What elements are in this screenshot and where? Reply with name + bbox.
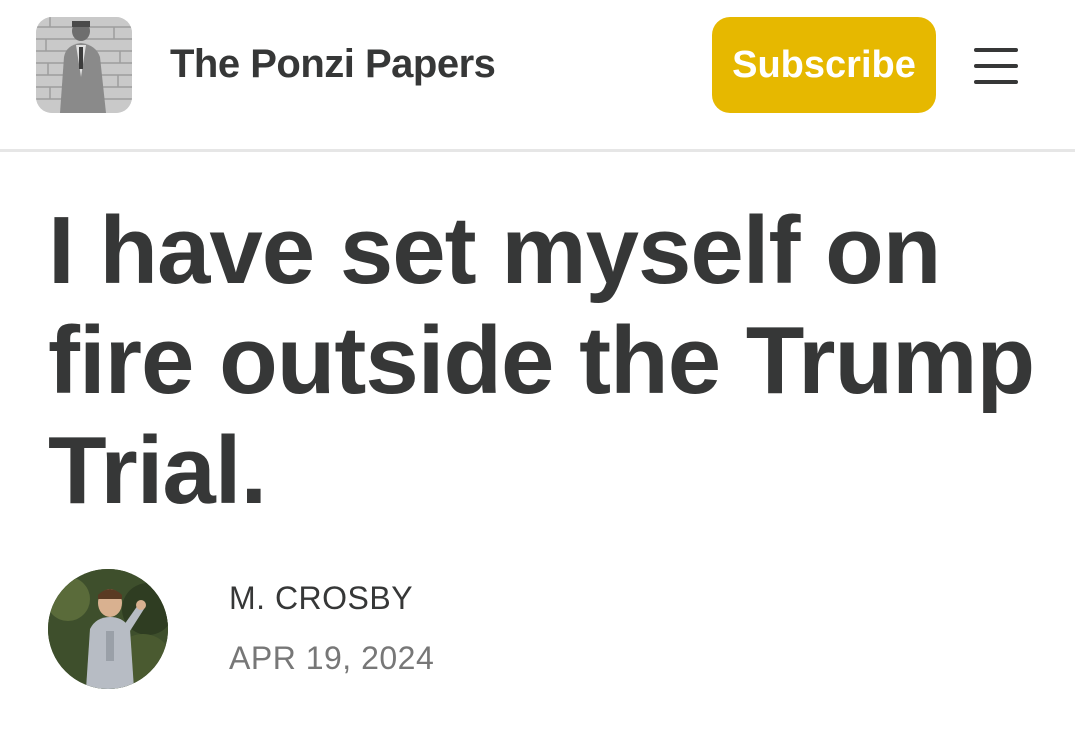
author-avatar[interactable] bbox=[48, 569, 168, 689]
top-navigation-bar: The Ponzi Papers Subscribe bbox=[0, 0, 1075, 152]
publication-logo-image bbox=[36, 17, 132, 113]
post-title: I have set myself on fire outside the Tr… bbox=[48, 197, 1035, 524]
menu-line bbox=[974, 64, 1018, 68]
publication-logo[interactable] bbox=[36, 17, 132, 113]
menu-line bbox=[974, 80, 1018, 84]
publication-name[interactable]: The Ponzi Papers bbox=[170, 42, 496, 87]
subscribe-button[interactable]: Subscribe bbox=[712, 17, 936, 113]
author-name[interactable]: M. CROSBY bbox=[229, 580, 413, 617]
hamburger-menu-icon[interactable] bbox=[968, 44, 1024, 88]
author-avatar-image bbox=[48, 569, 168, 689]
post-date: APR 19, 2024 bbox=[229, 640, 435, 676]
menu-line bbox=[974, 48, 1018, 52]
